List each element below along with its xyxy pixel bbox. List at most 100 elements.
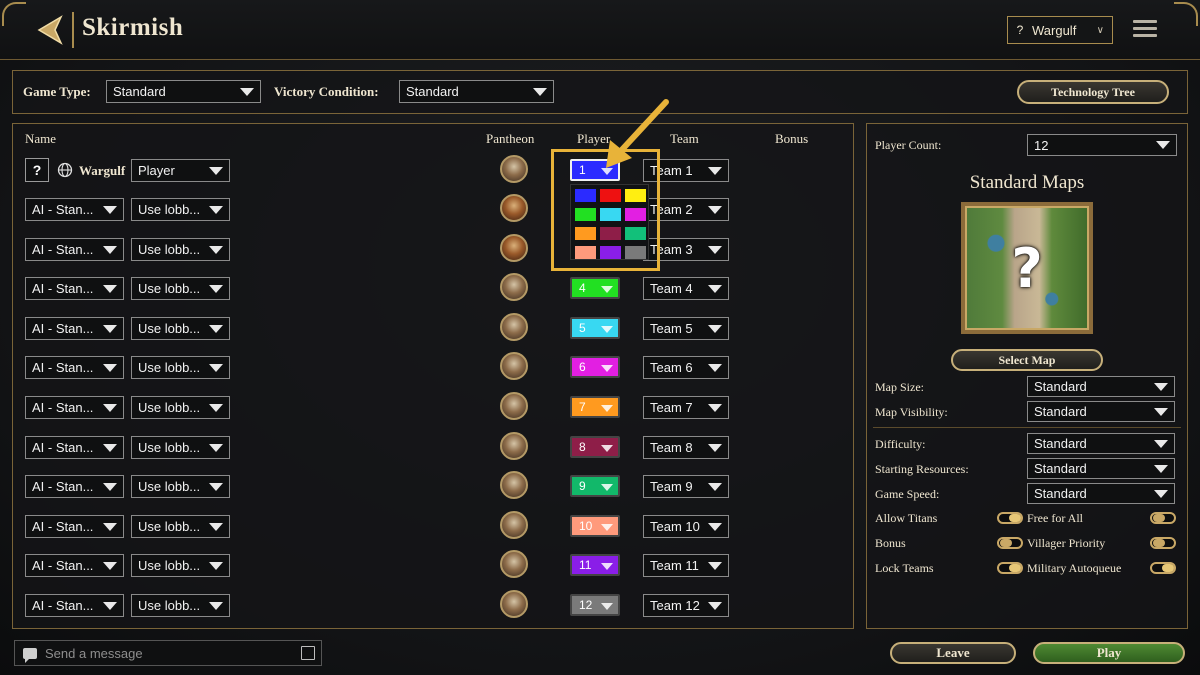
toggle-switch[interactable] (997, 537, 1023, 549)
player-type-select[interactable]: Player (131, 159, 230, 182)
team-select[interactable]: Team 10 (643, 515, 729, 538)
ai-personality-select[interactable]: Use lobb... (131, 317, 230, 340)
victory-condition-select[interactable]: Standard (399, 80, 554, 103)
ai-type-select[interactable]: AI - Stan... (25, 554, 124, 577)
ai-type-select[interactable]: AI - Stan... (25, 475, 124, 498)
toggle-switch[interactable] (1150, 512, 1176, 524)
team-select[interactable]: Team 4 (643, 277, 729, 300)
starting-resources-value: Standard (1034, 461, 1087, 476)
player-color-number: 7 (579, 400, 586, 414)
player-color-select[interactable]: 5 (570, 317, 620, 339)
ai-personality-select[interactable]: Use lobb... (131, 238, 230, 261)
player-color-select[interactable]: 6 (570, 356, 620, 378)
toggle-switch[interactable] (997, 562, 1023, 574)
ai-type-select[interactable]: AI - Stan... (25, 356, 124, 379)
toggle-knob (1153, 514, 1165, 522)
pantheon-avatar[interactable] (500, 432, 528, 460)
player-color-select[interactable]: 12 (570, 594, 620, 616)
color-option[interactable] (625, 246, 646, 259)
pantheon-avatar[interactable] (500, 471, 528, 499)
toggle-switch[interactable] (1150, 562, 1176, 574)
technology-tree-button[interactable]: Technology Tree (1017, 80, 1169, 104)
player-color-select[interactable]: 8 (570, 436, 620, 458)
pantheon-avatar[interactable] (500, 511, 528, 539)
game-type-select[interactable]: Standard (106, 80, 261, 103)
toggle-switch[interactable] (1150, 537, 1176, 549)
map-visibility-select[interactable]: Standard (1027, 401, 1175, 422)
team-select[interactable]: Team 9 (643, 475, 729, 498)
team-select[interactable]: Team 7 (643, 396, 729, 419)
pantheon-avatar[interactable] (500, 392, 528, 420)
ai-type-select[interactable]: AI - Stan... (25, 238, 124, 261)
dropdown-arrow-icon (103, 324, 117, 333)
ai-personality-select[interactable]: Use lobb... (131, 475, 230, 498)
game-speed-label: Game Speed: (875, 487, 940, 501)
chat-input[interactable]: Send a message (14, 640, 322, 666)
pantheon-avatar[interactable] (500, 273, 528, 301)
ai-type-select[interactable]: AI - Stan... (25, 317, 124, 340)
color-option[interactable] (625, 208, 646, 221)
user-menu-dropdown[interactable]: ? Wargulf ∨ (1007, 16, 1113, 44)
players-panel: Name Pantheon Player Team Bonus ? Wargul… (12, 123, 854, 629)
pantheon-avatar[interactable] (500, 234, 528, 262)
ai-type-select[interactable]: AI - Stan... (25, 198, 124, 221)
player-count-select[interactable]: 12 (1027, 134, 1177, 156)
pantheon-avatar[interactable] (500, 194, 528, 222)
ai-type-value: AI - Stan... (32, 242, 94, 257)
starting-resources-select[interactable]: Standard (1027, 458, 1175, 479)
color-option[interactable] (625, 189, 646, 202)
player-color-select[interactable]: 4 (570, 277, 620, 299)
team-select[interactable]: Team 12 (643, 594, 729, 617)
color-option[interactable] (575, 189, 596, 202)
pantheon-avatar[interactable] (500, 313, 528, 341)
toggle-switch[interactable] (997, 512, 1023, 524)
player-color-select[interactable]: 10 (570, 515, 620, 537)
color-option[interactable] (600, 227, 621, 240)
player-color-select[interactable]: 7 (570, 396, 620, 418)
select-map-button[interactable]: Select Map (951, 349, 1103, 371)
team-select[interactable]: Team 11 (643, 554, 729, 577)
game-speed-select[interactable]: Standard (1027, 483, 1175, 504)
ai-type-select[interactable]: AI - Stan... (25, 515, 124, 538)
ai-type-select[interactable]: AI - Stan... (25, 594, 124, 617)
team-select[interactable]: Team 8 (643, 436, 729, 459)
ai-personality-select[interactable]: Use lobb... (131, 594, 230, 617)
color-option[interactable] (575, 208, 596, 221)
ai-personality-select[interactable]: Use lobb... (131, 356, 230, 379)
ai-personality-select[interactable]: Use lobb... (131, 396, 230, 419)
color-option[interactable] (600, 246, 621, 259)
color-option[interactable] (600, 189, 621, 202)
ai-personality-select[interactable]: Use lobb... (131, 515, 230, 538)
username: Wargulf (1032, 22, 1077, 38)
pantheon-avatar[interactable] (500, 550, 528, 578)
ai-type-select[interactable]: AI - Stan... (25, 436, 124, 459)
ai-personality-select[interactable]: Use lobb... (131, 554, 230, 577)
difficulty-select[interactable]: Standard (1027, 433, 1175, 454)
color-option[interactable] (575, 246, 596, 259)
pantheon-avatar[interactable] (500, 352, 528, 380)
help-icon: ? (1016, 23, 1024, 37)
menu-icon[interactable] (1133, 20, 1157, 38)
player-color-select[interactable]: 9 (570, 475, 620, 497)
color-option[interactable] (625, 227, 646, 240)
player-help-button[interactable]: ? (25, 158, 49, 182)
ai-personality-select[interactable]: Use lobb... (131, 198, 230, 221)
color-option[interactable] (600, 208, 621, 221)
team-select[interactable]: Team 6 (643, 356, 729, 379)
ai-type-select[interactable]: AI - Stan... (25, 277, 124, 300)
player-color-select[interactable]: 11 (570, 554, 620, 576)
ai-personality-select[interactable]: Use lobb... (131, 277, 230, 300)
leave-button[interactable]: Leave (890, 642, 1016, 664)
ai-type-select[interactable]: AI - Stan... (25, 396, 124, 419)
play-button[interactable]: Play (1033, 642, 1185, 664)
edit-icon[interactable] (301, 646, 315, 660)
ai-personality-select[interactable]: Use lobb... (131, 436, 230, 459)
map-preview[interactable]: ? (961, 202, 1093, 334)
dropdown-arrow-icon (103, 205, 117, 214)
map-size-select[interactable]: Standard (1027, 376, 1175, 397)
color-option[interactable] (575, 227, 596, 240)
back-button[interactable] (30, 12, 70, 48)
team-select[interactable]: Team 5 (643, 317, 729, 340)
pantheon-avatar[interactable] (500, 590, 528, 618)
pantheon-avatar[interactable] (500, 155, 528, 183)
